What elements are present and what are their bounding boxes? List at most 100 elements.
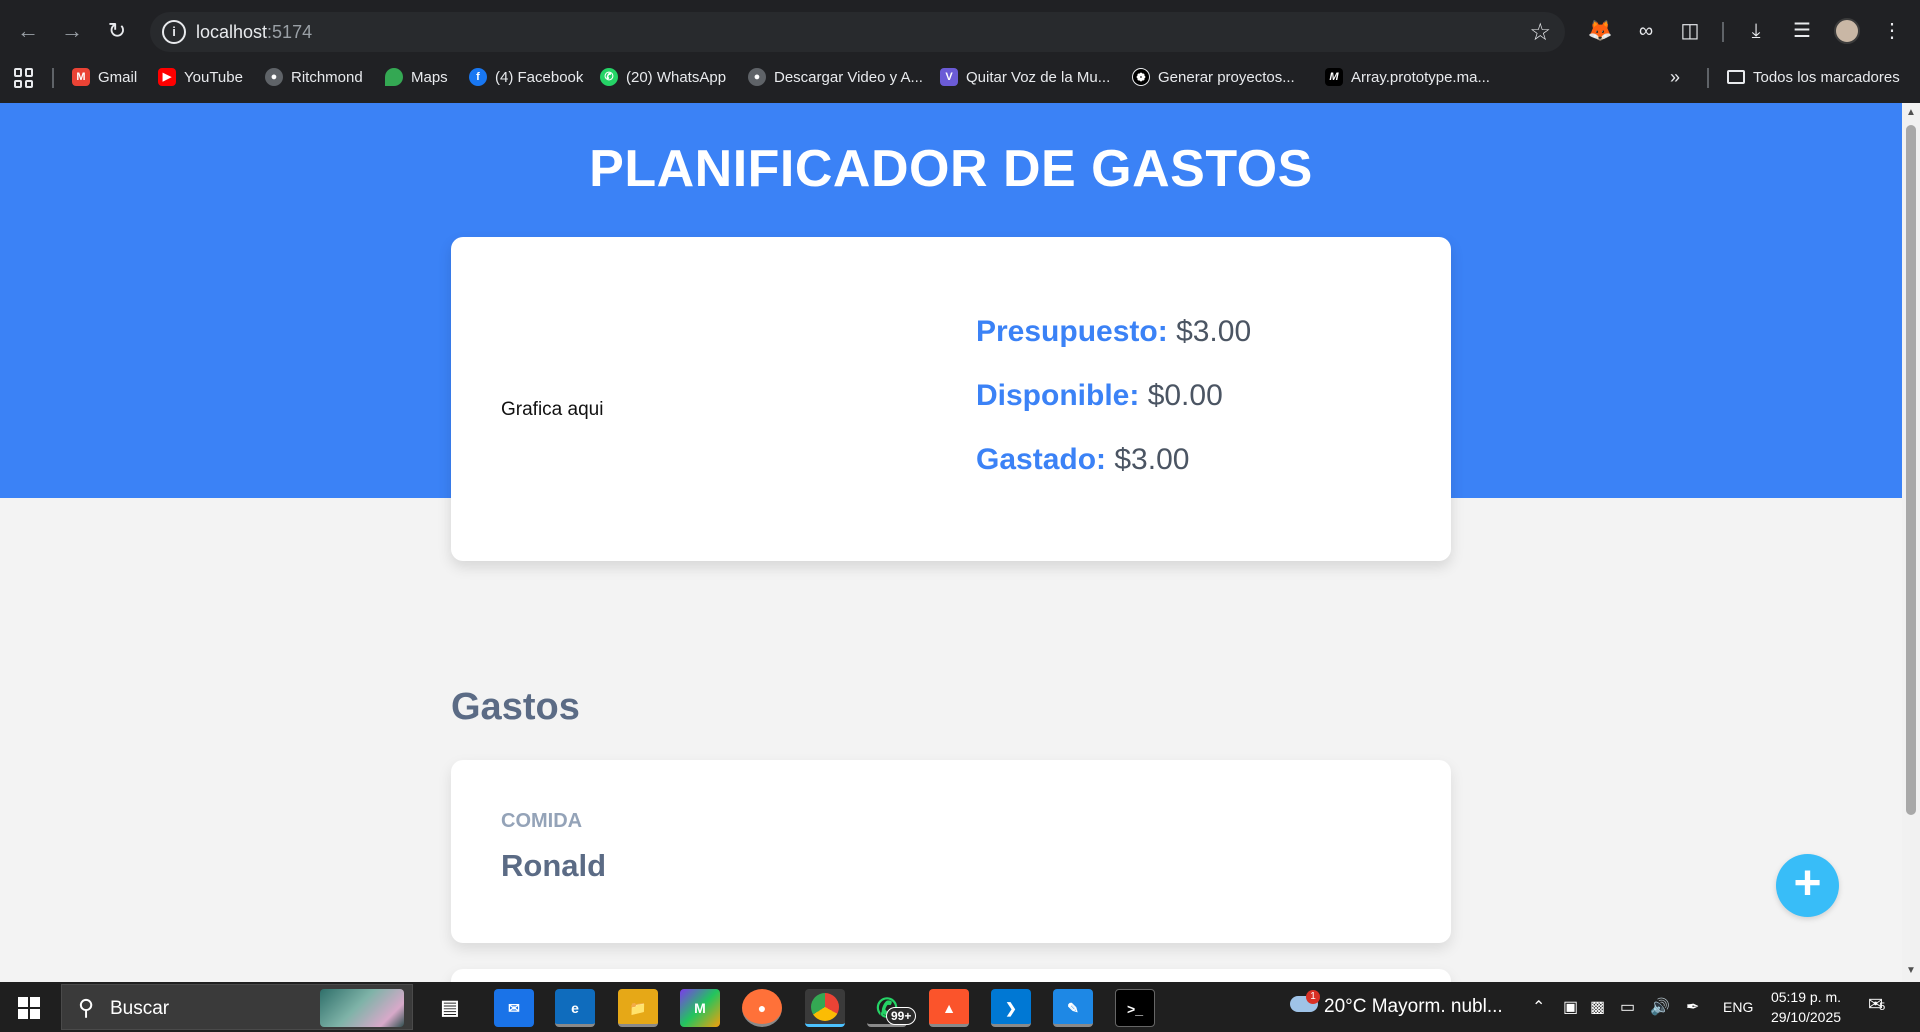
bookmark-quitar-voz[interactable]: V Quitar Voz de la Mu...	[940, 66, 1110, 88]
bookmark-facebook[interactable]: f (4) Facebook	[469, 66, 583, 88]
reload-icon[interactable]: ↻	[99, 13, 135, 49]
bookmark-youtube[interactable]: ▶ YouTube	[158, 66, 243, 88]
expense-name: Ronald	[501, 848, 607, 883]
firefox-icon[interactable]: ●	[742, 989, 782, 1027]
gmail-icon: M	[72, 68, 90, 86]
edge-app-icon[interactable]: e	[555, 989, 595, 1027]
language-indicator[interactable]: ENG	[1723, 999, 1753, 1015]
apps-grid-icon[interactable]	[14, 68, 34, 88]
bookmark-label: (4) Facebook	[495, 68, 584, 86]
bookmark-label: Ritchmond	[291, 68, 363, 86]
windows-start-icon[interactable]	[18, 997, 40, 1019]
bookmarks-divider	[1707, 68, 1709, 88]
chrome-icon[interactable]	[805, 989, 845, 1027]
facebook-icon: f	[469, 68, 487, 86]
bookmark-label: Quitar Voz de la Mu...	[966, 68, 1111, 86]
url-host: localhost	[196, 22, 268, 42]
bookmark-array-prototype[interactable]: M Array.prototype.ma...	[1325, 66, 1490, 88]
url-text[interactable]: localhost:5174	[196, 22, 312, 43]
menu-kebab-icon[interactable]: ⋮	[1876, 15, 1908, 47]
mail-app-icon[interactable]: ✉	[494, 989, 534, 1027]
whatsapp-icon: ✆	[600, 68, 618, 86]
bookmark-gmail[interactable]: M Gmail	[72, 66, 137, 88]
bookmark-label: (20) WhatsApp	[626, 68, 727, 86]
vocal-remover-icon: V	[940, 68, 958, 86]
extensions-puzzle-icon[interactable]: ◫	[1674, 15, 1706, 47]
bookmark-label: Generar proyectos...	[1158, 68, 1295, 86]
url-port: :5174	[267, 22, 313, 42]
weather-widget[interactable]: 1 20°C Mayorm. nubl...	[1290, 990, 1503, 1018]
clock-date: 29/10/2025	[1770, 1009, 1842, 1025]
budget-label: Presupuesto:	[976, 315, 1168, 348]
terminal-icon[interactable]: >_	[1115, 989, 1155, 1027]
site-info-icon[interactable]: i	[162, 20, 186, 44]
browser-chrome: ← → ↻ i localhost:5174 ☆ 🦊 ∞ ◫ ⤓ ☰ ⋮ M Gm…	[0, 0, 1920, 103]
weather-text: 20°C Mayorm. nubl...	[1324, 996, 1503, 1017]
bookmark-ritchmond[interactable]: ● Ritchmond	[265, 66, 363, 88]
chevron-up-icon[interactable]: ⌃	[1532, 997, 1545, 1017]
page-viewport: PLANIFICADOR DE GASTOS Grafica aqui Pres…	[0, 103, 1902, 982]
taskbar-search[interactable]: ⚲ Buscar	[61, 984, 413, 1030]
mdn-icon: M	[1325, 68, 1343, 86]
bookmark-descargar-video[interactable]: ● Descargar Video y A...	[748, 66, 923, 88]
microsoft-365-icon[interactable]: M	[680, 989, 720, 1027]
expenses-title: Gastos	[451, 686, 580, 728]
toolbar-divider	[1722, 22, 1724, 42]
bookmark-maps[interactable]: Maps	[385, 66, 448, 88]
scroll-down-icon[interactable]: ▼	[1906, 965, 1916, 976]
forward-icon[interactable]: →	[54, 13, 90, 49]
battery-icon[interactable]: ▭	[1620, 997, 1635, 1017]
expense-item[interactable]: COMIDA Ronald	[451, 760, 1451, 943]
budget-stat: Presupuesto: $3.00	[976, 315, 1251, 349]
available-value: $0.00	[1147, 379, 1223, 412]
bookmarks-bar: M Gmail ▶ YouTube ● Ritchmond Maps f (4) Fac…	[0, 62, 1920, 92]
notifications-icon[interactable]: ✉5	[1868, 994, 1885, 1015]
bookmark-label: Gmail	[98, 68, 138, 86]
spent-value: $3.00	[1114, 443, 1190, 476]
paint-app-icon[interactable]: ✎	[1053, 989, 1093, 1027]
meet-now-icon[interactable]: ▣	[1563, 997, 1578, 1017]
weather-alert-badge: 1	[1306, 990, 1320, 1004]
windows-taskbar: ⚲ Buscar ▤ ✉ e 📁 M ● ✆ 99+ ▲ ❯ ✎ >_ 1 20°…	[0, 982, 1920, 1032]
available-stat: Disponible: $0.00	[976, 379, 1223, 413]
more-bookmarks-icon[interactable]: »	[1670, 66, 1680, 88]
media-queue-icon[interactable]: ☰	[1786, 15, 1818, 47]
bookmark-generar-proyectos[interactable]: ❁ Generar proyectos...	[1132, 66, 1295, 88]
task-view-icon[interactable]: ▤	[430, 989, 470, 1027]
budget-value: $3.00	[1176, 315, 1252, 348]
bookmark-label: Array.prototype.ma...	[1351, 68, 1490, 86]
volume-icon[interactable]: 🔊	[1650, 997, 1670, 1017]
back-icon[interactable]: ←	[10, 13, 46, 49]
pen-icon[interactable]: ✒	[1686, 997, 1699, 1017]
file-explorer-icon[interactable]: 📁	[618, 989, 658, 1027]
vscode-icon[interactable]: ❯	[991, 989, 1031, 1027]
all-bookmarks-label: Todos los marcadores	[1753, 68, 1900, 86]
browser-toolbar: ← → ↻ i localhost:5174 ☆ 🦊 ∞ ◫ ⤓ ☰ ⋮	[0, 0, 1920, 62]
bookmarks-divider	[52, 68, 54, 88]
page-scrollbar[interactable]: ▲ ▼	[1902, 103, 1920, 982]
scroll-up-icon[interactable]: ▲	[1906, 107, 1916, 118]
metamask-extension-icon[interactable]: 🦊	[1584, 15, 1616, 47]
bookmark-star-icon[interactable]: ☆	[1529, 18, 1551, 47]
taskbar-clock[interactable]: 05:19 p. m. 29/10/2025	[1766, 987, 1846, 1027]
budget-summary-card: Grafica aqui Presupuesto: $3.00 Disponib…	[451, 237, 1451, 561]
maps-icon	[385, 68, 403, 86]
expense-item[interactable]	[451, 969, 1451, 982]
add-expense-button[interactable]: +	[1776, 854, 1839, 917]
address-bar[interactable]: i localhost:5174 ☆	[150, 12, 1565, 52]
display-icon[interactable]: ▩	[1590, 997, 1605, 1017]
globe-icon: ●	[748, 68, 766, 86]
brave-icon[interactable]: ▲	[929, 989, 969, 1027]
download-icon[interactable]: ⤓	[1740, 15, 1772, 47]
scrollbar-thumb[interactable]	[1906, 125, 1916, 815]
all-bookmarks-folder[interactable]: Todos los marcadores	[1727, 66, 1900, 88]
taskbar-search-placeholder: Buscar	[110, 998, 170, 1019]
folder-icon	[1727, 70, 1745, 84]
globe-icon: ●	[265, 68, 283, 86]
infinity-extension-icon[interactable]: ∞	[1630, 15, 1662, 47]
bookmark-whatsapp[interactable]: ✆ (20) WhatsApp	[600, 66, 726, 88]
profile-avatar[interactable]	[1834, 18, 1860, 44]
search-highlight-image	[320, 989, 404, 1027]
spent-label: Gastado:	[976, 443, 1107, 476]
available-label: Disponible:	[976, 379, 1140, 412]
